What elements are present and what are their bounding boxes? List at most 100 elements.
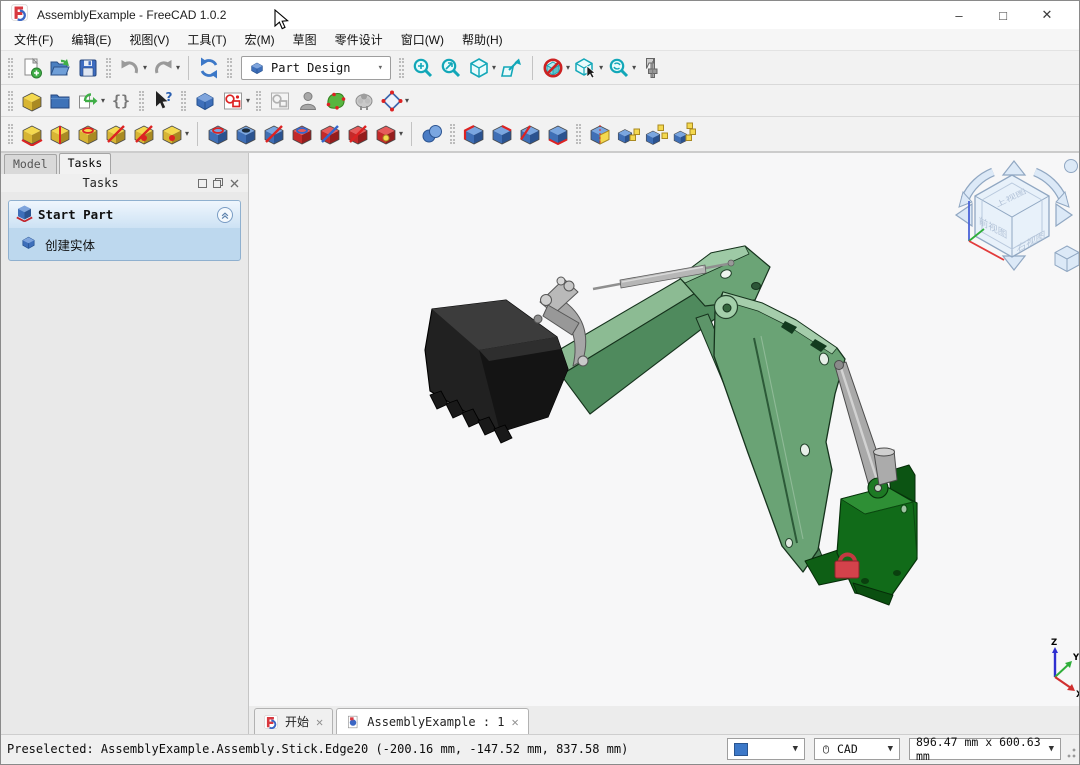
save-document-button[interactable]: [74, 54, 102, 82]
zoom-selection-button[interactable]: [437, 54, 465, 82]
draft-button[interactable]: [516, 120, 544, 148]
tab-tasks[interactable]: Tasks: [59, 153, 112, 174]
create-group-button[interactable]: [46, 87, 74, 115]
tab-start-page[interactable]: 开始 ✕: [254, 708, 333, 734]
swatch-dropdown[interactable]: ▼: [727, 738, 805, 760]
toolbar-drag-handle[interactable]: [576, 124, 581, 144]
toolbar-drag-handle[interactable]: [450, 124, 455, 144]
measure-button[interactable]: [638, 54, 666, 82]
toolbar-drag-handle[interactable]: [8, 124, 13, 144]
polar-pattern-button[interactable]: [642, 120, 670, 148]
create-sketch-button[interactable]: ▾: [219, 87, 252, 115]
groove-button[interactable]: [260, 120, 288, 148]
toolbar-drag-handle[interactable]: [8, 91, 13, 111]
selection-view-button[interactable]: ▾: [572, 54, 605, 82]
align-view-button[interactable]: [498, 54, 526, 82]
panel-float-icon[interactable]: [210, 176, 226, 190]
dimension-dropdown[interactable]: 896.47 mm x 600.63 mm ▼: [909, 738, 1061, 760]
tab-model[interactable]: Model: [4, 154, 57, 174]
navigation-cube[interactable]: 上视图 前视图 右视图: [956, 160, 1079, 272]
additive-loft-button[interactable]: [74, 120, 102, 148]
bucket[interactable]: [425, 300, 568, 443]
toolbar-drag-handle[interactable]: [227, 58, 232, 78]
toolbar-drag-handle[interactable]: [106, 58, 111, 78]
whats-this-icon: ?: [151, 89, 175, 113]
additive-helix-button[interactable]: [130, 120, 158, 148]
boolean-operation-button[interactable]: [418, 120, 446, 148]
menu-item-8[interactable]: 帮助(H): [453, 28, 512, 51]
pivot-boss[interactable]: [715, 296, 738, 319]
fit-all-button[interactable]: [409, 54, 437, 82]
draw-style-button[interactable]: ▾: [539, 54, 572, 82]
link-make-button[interactable]: ▾: [74, 87, 107, 115]
additive-primitive-button[interactable]: ▾: [158, 120, 191, 148]
toolbar-drag-handle[interactable]: [139, 91, 144, 111]
revolution-button[interactable]: [46, 120, 74, 148]
workbench-selector[interactable]: Part Design▾: [241, 56, 391, 80]
boom[interactable]: [714, 292, 845, 572]
subtractive-primitive-button[interactable]: ▾: [372, 120, 405, 148]
collapse-icon[interactable]: [217, 207, 233, 223]
view-isometric-button[interactable]: ▾: [465, 54, 498, 82]
whats-this-button[interactable]: ?: [149, 87, 177, 115]
menu-item-5[interactable]: 草图: [284, 28, 326, 51]
zoom-sync-button[interactable]: ▾: [605, 54, 638, 82]
start-part-header[interactable]: Start Part: [9, 201, 240, 228]
chamfer-button[interactable]: [488, 120, 516, 148]
tab-assembly-example[interactable]: AssemblyExample : 1 ✕: [336, 708, 529, 734]
new-document-button[interactable]: [18, 54, 46, 82]
create-part-button[interactable]: [18, 87, 46, 115]
create-datum-button[interactable]: ▾: [378, 87, 411, 115]
menu-item-2[interactable]: 视图(V): [120, 28, 178, 51]
edit-sketch-button[interactable]: [266, 87, 294, 115]
excavator-model[interactable]: [425, 246, 917, 605]
resize-grip[interactable]: [1065, 738, 1077, 760]
navigation-style-dropdown[interactable]: CAD ▼: [814, 738, 900, 760]
linear-pattern-button[interactable]: [614, 120, 642, 148]
open-document-button[interactable]: [46, 54, 74, 82]
navcube-circle-button[interactable]: [1065, 160, 1078, 173]
tab-close-icon[interactable]: ✕: [512, 715, 519, 729]
navcube-mini-cube[interactable]: [1055, 246, 1079, 272]
navcube-body[interactable]: 上视图 前视图 右视图: [975, 175, 1049, 257]
toolbar-drag-handle[interactable]: [399, 58, 404, 78]
validate-sketch-button[interactable]: [322, 87, 350, 115]
subtractive-helix-button[interactable]: [344, 120, 372, 148]
toolbar-drag-handle[interactable]: [256, 91, 261, 111]
menu-item-6[interactable]: 零件设计: [326, 28, 392, 51]
create-solid-item[interactable]: 创建实体: [9, 228, 240, 260]
close-button[interactable]: ✕: [1025, 2, 1069, 28]
menu-item-1[interactable]: 编辑(E): [62, 28, 120, 51]
pad-button[interactable]: [18, 120, 46, 148]
navcube-arrow-right[interactable]: [1056, 204, 1072, 226]
menu-item-0[interactable]: 文件(F): [5, 28, 62, 51]
toolbar-drag-handle[interactable]: [181, 91, 186, 111]
panel-dock-icon[interactable]: [194, 176, 210, 190]
toolbar-drag-handle[interactable]: [8, 58, 13, 78]
panel-close-icon[interactable]: [226, 176, 242, 190]
maximize-button[interactable]: □: [981, 2, 1025, 28]
expression-editor-button[interactable]: {}: [107, 87, 135, 115]
fillet-button[interactable]: [460, 120, 488, 148]
multi-transform-button[interactable]: [670, 120, 698, 148]
menu-item-7[interactable]: 窗口(W): [392, 28, 453, 51]
refresh-button[interactable]: [195, 54, 223, 82]
shape-binder-button[interactable]: [350, 87, 378, 115]
subtractive-pipe-button[interactable]: [316, 120, 344, 148]
pocket-button[interactable]: [204, 120, 232, 148]
attach-sketch-button[interactable]: [294, 87, 322, 115]
navcube-arrow-up[interactable]: [1003, 161, 1025, 175]
subtractive-loft-button[interactable]: [288, 120, 316, 148]
create-body-button[interactable]: [191, 87, 219, 115]
3d-viewport[interactable]: 上视图 前视图 右视图: [249, 153, 1079, 706]
hole-button[interactable]: [232, 120, 260, 148]
thickness-button[interactable]: [544, 120, 572, 148]
tab-close-icon[interactable]: ✕: [316, 715, 323, 729]
minimize-button[interactable]: –: [937, 2, 981, 28]
additive-pipe-button[interactable]: [102, 120, 130, 148]
menu-item-3[interactable]: 工具(T): [178, 28, 235, 51]
navcube-arrow-down[interactable]: [1003, 256, 1025, 270]
redo-button[interactable]: ▾: [149, 54, 182, 82]
mirrored-button[interactable]: [586, 120, 614, 148]
undo-button[interactable]: ▾: [116, 54, 149, 82]
